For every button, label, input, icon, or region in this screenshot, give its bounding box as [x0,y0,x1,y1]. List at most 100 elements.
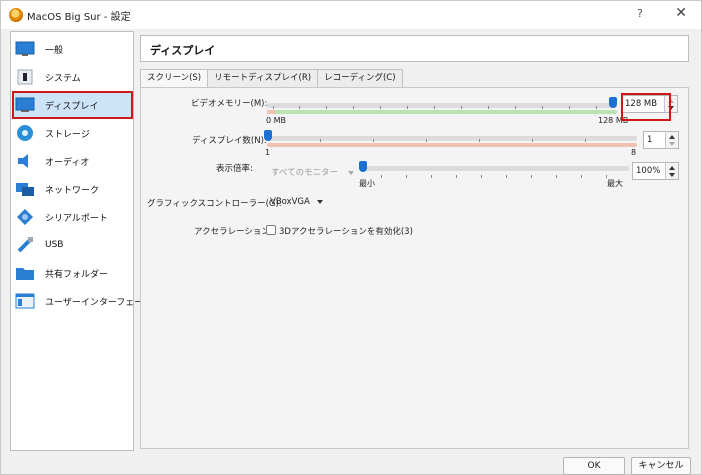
tab-bar: スクリーン(S) リモートディスプレイ(R) レコーディング(C) [140,69,403,88]
slider-tick [299,106,300,109]
settings-window: MacOS Big Sur - 設定 ? ✕ 一般 システム ディスプレイ スト… [0,0,702,475]
tab-remote-display[interactable]: リモートディスプレイ(R) [207,69,319,87]
slider-tick [542,106,543,109]
sidebar-item-label: オーディオ [45,157,90,168]
sidebar-item-general[interactable]: 一般 [13,36,132,62]
acceleration-label: アクセラレーション: [194,227,273,237]
serial-port-icon [15,208,35,226]
graphics-controller-dropdown[interactable]: VBoxVGA [270,194,323,210]
sidebar-item-storage[interactable]: ストレージ [13,120,132,146]
monitor-count-min-label: 1 [265,148,271,157]
slider-tick [556,175,557,178]
sidebar-item-label: 共有フォルダー [45,269,109,280]
monitor-count-value: 1 [647,135,653,145]
slider-tick [353,106,354,109]
display-icon [15,96,35,114]
sidebar-item-user-interface[interactable]: ユーザーインターフェース [13,288,152,314]
graphics-controller-label: グラフィックスコントローラー(G): [147,199,282,209]
spin-arrows[interactable] [665,163,678,179]
slider-tick [515,106,516,109]
monitor-count-spinbox[interactable]: 1 [643,131,679,149]
monitor-select-dropdown[interactable]: すべてのモニター [271,166,354,178]
sidebar-item-label: 一般 [45,45,64,56]
video-memory-min-label: 0 MB [266,116,287,125]
usb-icon [15,236,35,254]
chevron-down-icon [347,171,354,175]
monitor-count-range-indicator [267,143,637,147]
video-memory-slider-thumb[interactable] [609,97,617,108]
speaker-icon [15,152,35,170]
tab-recording[interactable]: レコーディング(C) [317,69,403,87]
slider-tick [426,139,427,142]
scale-factor-label: 表示倍率: [216,164,253,174]
scale-factor-max-label: 最大 [607,179,623,188]
slider-tick [585,139,586,142]
slider-tick [381,175,382,178]
slider-tick [481,175,482,178]
scale-factor-slider-thumb[interactable] [359,161,367,172]
slider-tick [461,106,462,109]
slider-tick [407,106,408,109]
sidebar-item-display[interactable]: ディスプレイ [12,91,133,119]
sidebar-item-audio[interactable]: オーディオ [13,148,132,174]
monitor-count-slider-thumb[interactable] [264,130,272,141]
sidebar-item-label: ストレージ [45,129,90,140]
scale-factor-slider-track [361,166,629,171]
window-title: MacOS Big Sur - 設定 [27,12,131,23]
sidebar-item-label: USB [45,240,64,250]
shared-folder-icon [15,264,35,282]
title-bar: MacOS Big Sur - 設定 ? ✕ [1,1,701,29]
video-memory-label: ビデオメモリー(M): [191,99,268,109]
sidebar-item-network[interactable]: ネットワーク [13,176,132,202]
monitor-select-value: すべてのモニター [271,168,339,178]
user-interface-icon [15,292,35,310]
sidebar-item-serial-port[interactable]: シリアルポート [13,204,132,230]
cancel-button[interactable]: キャンセル [631,457,691,475]
chip-icon [15,68,35,86]
sidebar-item-label: シリアルポート [45,213,108,224]
close-button[interactable]: ✕ [675,5,687,21]
virtualbox-logo-icon [9,8,23,22]
slider-tick [406,175,407,178]
enable-3d-acceleration-checkbox[interactable] [266,225,276,235]
sidebar-item-usb[interactable]: USB [13,232,132,258]
settings-sidebar: 一般 システム ディスプレイ ストレージ オーディオ ネットワーク シリアルポー… [10,31,152,451]
enable-3d-acceleration-label[interactable]: 3Dアクセラレーションを有効化(3) [279,225,413,237]
slider-tick [531,175,532,178]
slider-tick [488,106,489,109]
slider-tick [506,175,507,178]
slider-tick [434,106,435,109]
highlight-annotation [621,93,671,121]
slider-tick [373,139,374,142]
video-memory-range-indicator [267,110,617,114]
help-button[interactable]: ? [637,7,643,20]
tab-screen[interactable]: スクリーン(S) [140,69,209,88]
slider-tick [581,175,582,178]
scale-factor-spinbox[interactable]: 100% [632,162,679,180]
slider-tick [456,175,457,178]
chevron-up-icon [669,166,675,170]
monitor-general-icon [15,40,35,58]
network-icon [15,180,35,198]
ok-button[interactable]: OK [563,457,625,475]
sidebar-item-label: ディスプレイ [45,101,99,112]
sidebar-item-shared-folders[interactable]: 共有フォルダー [13,260,132,286]
slider-tick [326,106,327,109]
slider-tick [596,106,597,109]
slider-tick [273,106,274,109]
monitor-count-slider-track [267,136,637,141]
spin-arrows[interactable] [665,132,678,148]
slider-tick [320,139,321,142]
sidebar-item-label: ユーザーインターフェース [45,297,152,308]
sidebar-item-label: システム [45,73,81,84]
graphics-controller-value: VBoxVGA [270,197,310,207]
chevron-up-icon [669,135,675,139]
scale-factor-value: 100% [636,166,661,176]
page-title-bar: ディスプレイ [140,35,689,62]
slider-tick [380,106,381,109]
disk-icon [15,124,35,142]
scale-factor-min-label: 最小 [359,179,375,188]
chevron-down-icon [669,142,675,146]
slider-tick [569,106,570,109]
sidebar-item-system[interactable]: システム [13,64,132,90]
